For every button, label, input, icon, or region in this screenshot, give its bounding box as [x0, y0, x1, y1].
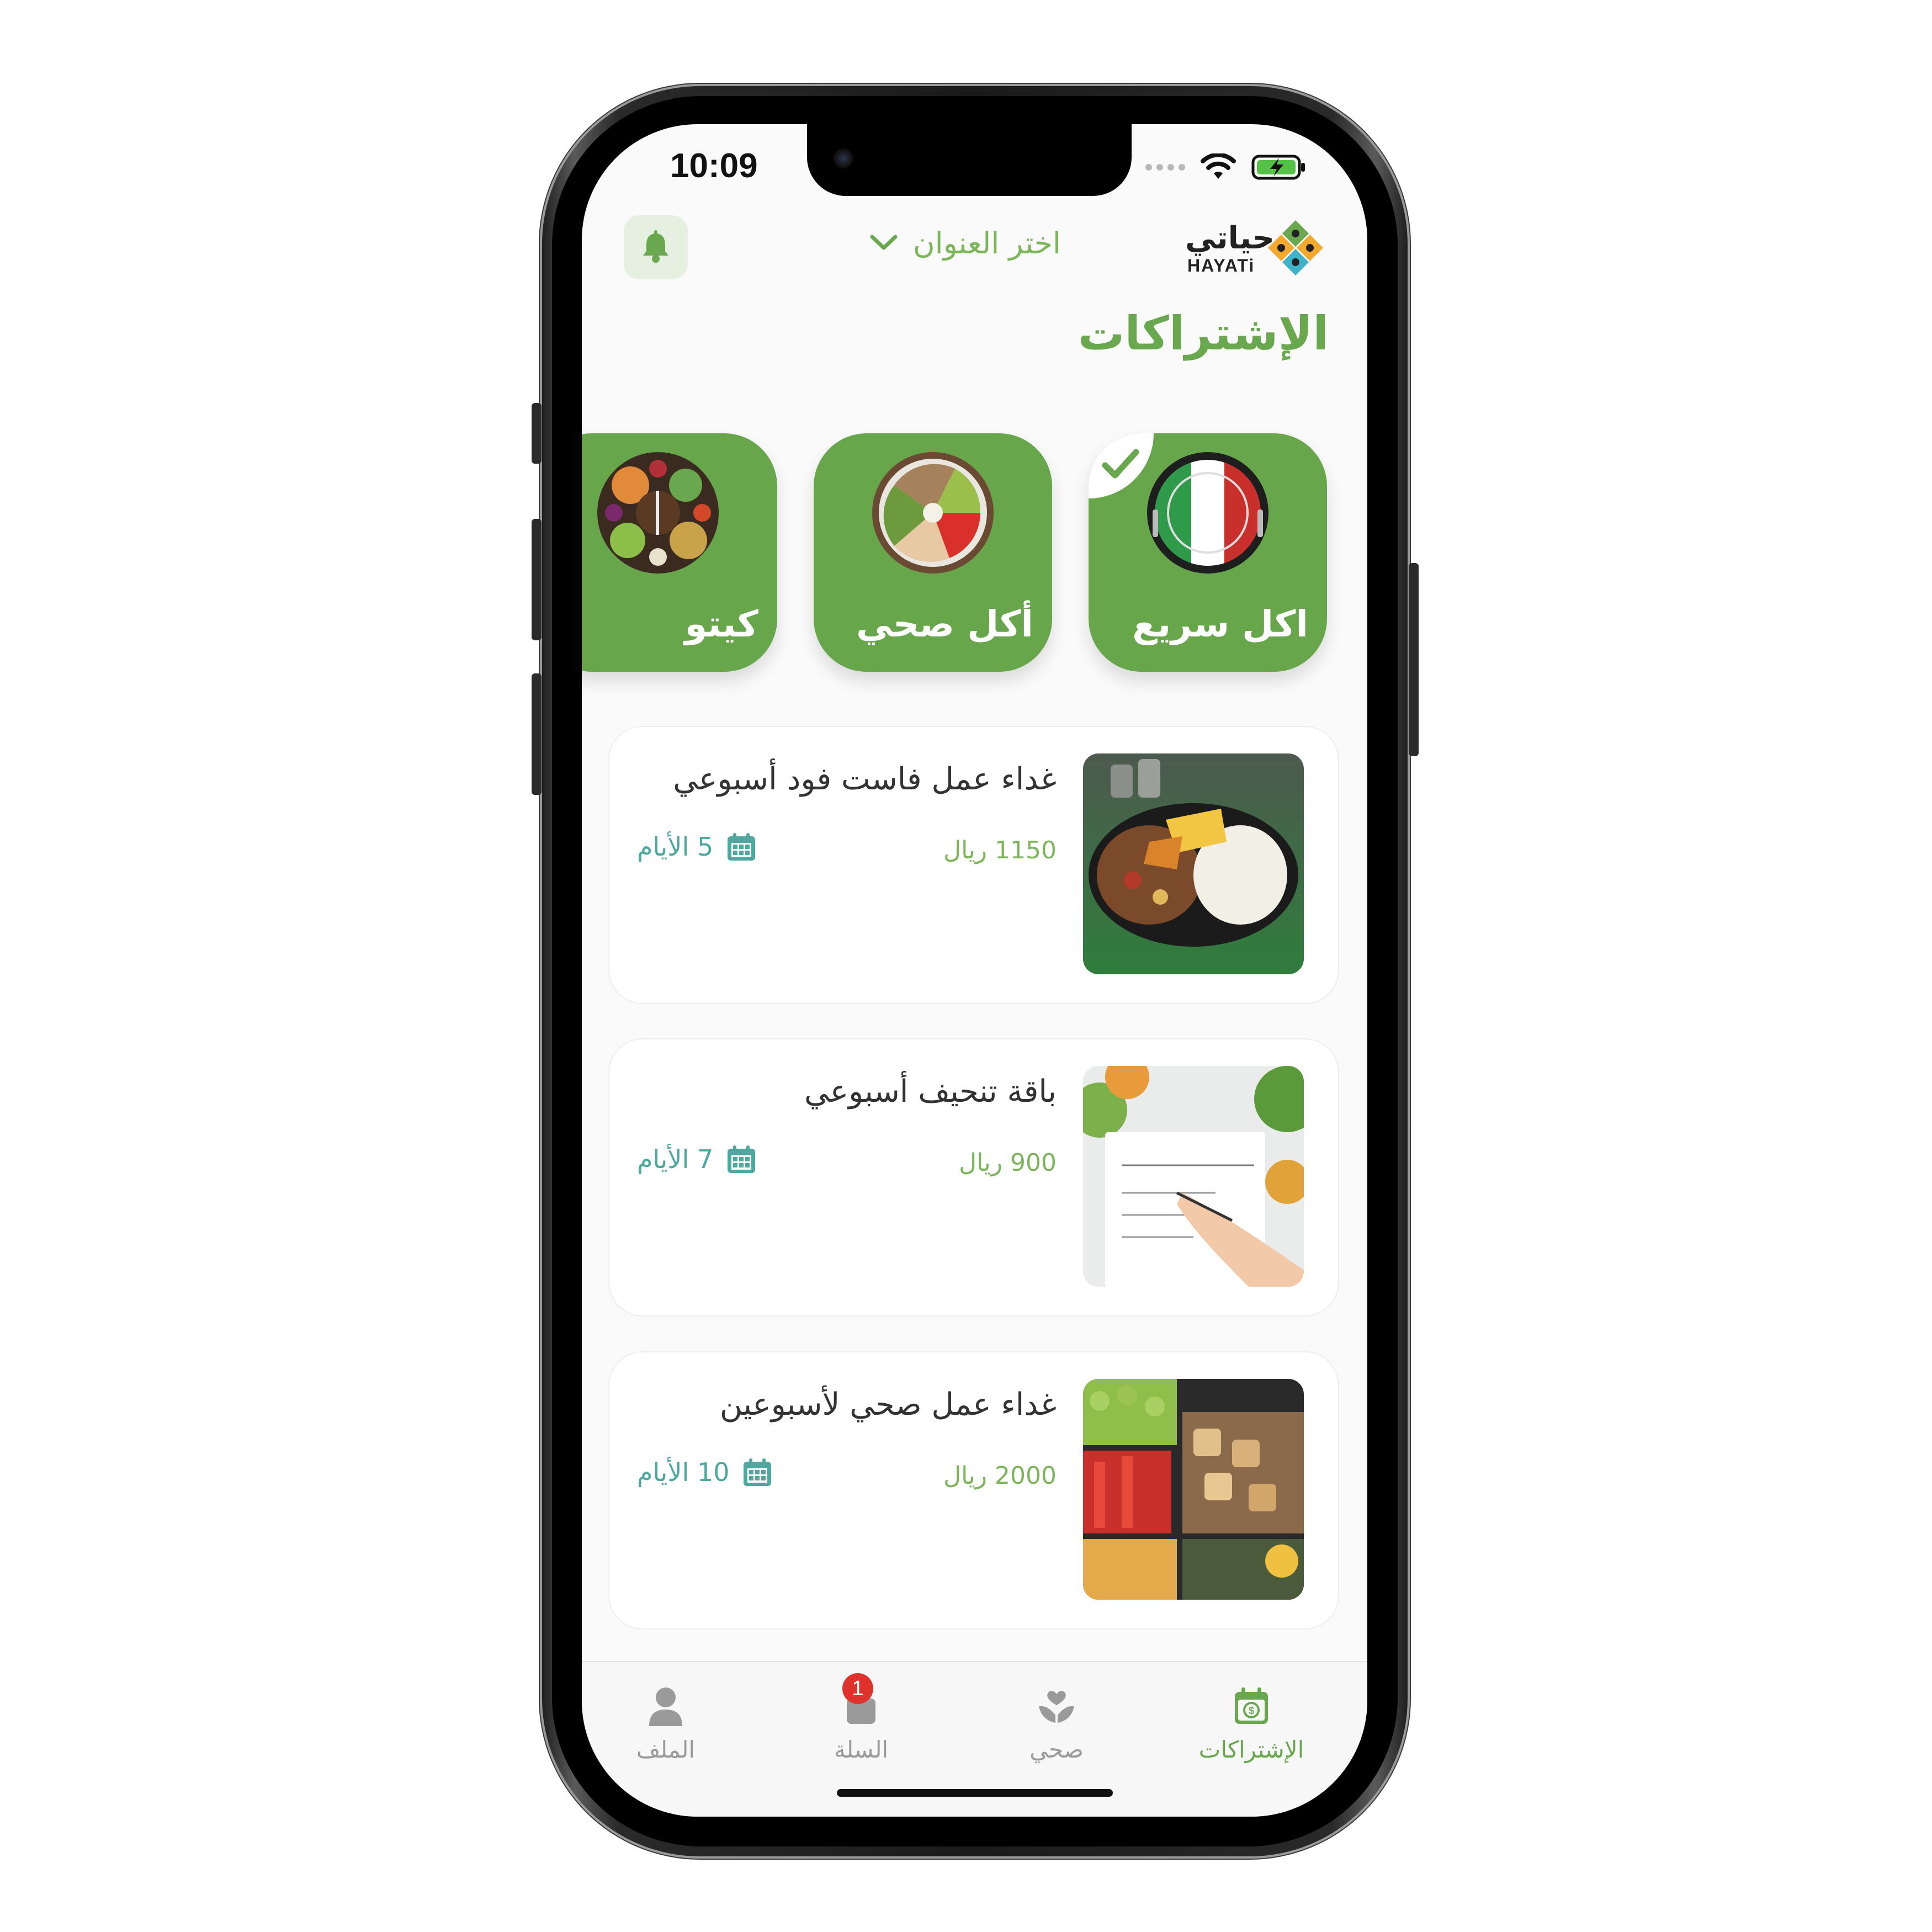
volume-down-button — [532, 673, 542, 795]
checkmark-icon — [1102, 449, 1139, 479]
app-screen: 10:09 اختر العنوان حياتي HAYATi الإشتراك… — [582, 124, 1367, 1817]
status-time: 10:09 — [670, 147, 758, 185]
category-image-fast-food — [1147, 452, 1268, 574]
chevron-down-icon — [870, 235, 898, 250]
bell-icon — [643, 230, 668, 263]
subscription-image — [1083, 1379, 1304, 1600]
app-logo: حياتي HAYATi — [1185, 218, 1329, 279]
subscription-duration: 5 الأيام — [637, 832, 756, 862]
page-title: الإشتراكات — [1078, 306, 1329, 360]
mute-switch — [532, 403, 542, 464]
subscription-image — [1083, 753, 1304, 974]
subscription-days: 5 الأيام — [637, 832, 714, 862]
svg-text:$: $ — [1249, 1705, 1254, 1716]
subscription-price: 900 ريال — [959, 1149, 1057, 1177]
subscription-card[interactable]: غداء عمل صحي لأسبوعين 2000 ريال 10 الأيا… — [609, 1352, 1338, 1628]
front-camera — [834, 148, 853, 168]
tab-profile[interactable]: الملف — [583, 1684, 749, 1763]
subscription-title: غداء عمل صحي لأسبوعين — [719, 1387, 1057, 1423]
category-label: كيتو — [684, 603, 758, 645]
wifi-icon — [1201, 153, 1236, 179]
logo-text-english: HAYATi — [1187, 256, 1255, 275]
category-image-healthy — [872, 452, 994, 574]
subscription-title: باقة تنحيف أسبوعي — [804, 1074, 1057, 1110]
subscription-days: 7 الأيام — [637, 1144, 714, 1174]
signal-icon — [1145, 164, 1185, 171]
user-icon — [649, 1687, 682, 1726]
calendar-icon — [744, 1458, 772, 1486]
tab-label: الإشتراكات — [1198, 1736, 1304, 1763]
volume-up-button — [532, 519, 542, 640]
tab-subscriptions[interactable]: $ الإشتراكات — [1169, 1684, 1334, 1763]
address-label: اختر العنوان — [913, 225, 1061, 261]
notch — [807, 124, 1132, 196]
subscription-card[interactable]: باقة تنحيف أسبوعي 900 ريال 7 الأيام — [609, 1039, 1338, 1315]
address-selector[interactable]: اختر العنوان — [869, 218, 1061, 268]
cart-count-badge: 1 — [842, 1673, 873, 1704]
category-card-keto[interactable]: كيتو — [582, 433, 777, 672]
subscription-price: 2000 ريال — [943, 1462, 1057, 1490]
home-indicator — [836, 1789, 1113, 1797]
tab-label: السلة — [834, 1736, 889, 1763]
subscription-card[interactable]: غداء عمل فاست فود أسبوعي 1150 ريال 5 الأ… — [609, 727, 1338, 1003]
category-card-fast-food[interactable]: اكل سريع — [1089, 433, 1327, 672]
category-label: اكل سريع — [1132, 603, 1308, 645]
battery-charging-icon — [1251, 155, 1305, 180]
subscription-days: 10 الأيام — [637, 1457, 730, 1487]
calendar-icon — [728, 833, 756, 861]
calendar-icon — [728, 1145, 756, 1173]
status-icons — [1145, 151, 1307, 184]
subscription-duration: 10 الأيام — [637, 1457, 772, 1487]
tab-healthy[interactable]: صحي — [974, 1684, 1139, 1763]
tab-label: صحي — [1029, 1736, 1084, 1763]
category-label: أكل صحي — [856, 603, 1033, 645]
tab-cart[interactable]: 1 السلة — [778, 1673, 944, 1763]
power-button — [1409, 563, 1419, 756]
category-card-healthy[interactable]: أكل صحي — [814, 433, 1052, 672]
category-image-keto — [597, 452, 719, 574]
logo-mark-icon — [1268, 220, 1323, 275]
subscription-image — [1083, 1066, 1304, 1287]
subscription-title: غداء عمل فاست فود أسبوعي — [673, 761, 1057, 797]
selected-badge — [1089, 433, 1154, 498]
tab-label: الملف — [636, 1736, 696, 1763]
notifications-button[interactable] — [624, 215, 688, 279]
bottom-tab-bar: $ الإشتراكات صحي 1 السلة الملف — [582, 1661, 1367, 1817]
subscription-duration: 7 الأيام — [637, 1144, 756, 1174]
subscription-price: 1150 ريال — [943, 836, 1057, 864]
hand-heart-icon — [1039, 1691, 1074, 1723]
logo-text-arabic: حياتي — [1185, 220, 1275, 256]
calendar-dollar-icon: $ — [1235, 1687, 1268, 1724]
